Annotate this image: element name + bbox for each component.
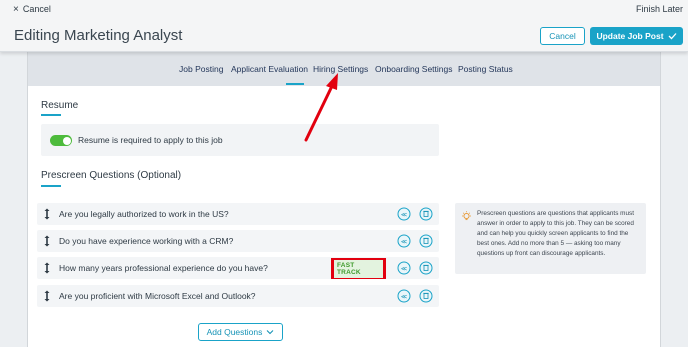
update-button-label: Update Job Post [596,31,664,41]
delete-icon[interactable] [419,234,433,248]
resume-section-title: Resume [41,100,79,111]
tab-posting-status[interactable]: Posting Status [458,64,513,74]
scoring-icon[interactable]: ≪ [397,261,411,275]
resume-setting: Resume is required to apply to this job [41,124,439,156]
close-icon: × [13,3,19,15]
toggle-knob [62,136,71,145]
update-job-post-button[interactable]: Update Job Post [590,27,683,45]
question-row[interactable]: Are you proficient with Microsoft Excel … [37,285,439,307]
chevron-down-icon [266,330,274,335]
drag-handle-icon[interactable] [43,290,51,302]
svg-text:≪: ≪ [401,266,407,272]
cancel-link[interactable]: × Cancel [13,4,51,14]
check-icon [668,33,677,40]
resume-required-toggle[interactable] [50,135,72,146]
tab-applicant-evaluation[interactable]: Applicant Evaluation [231,64,308,74]
tab-onboarding-settings[interactable]: Onboarding Settings [375,64,453,74]
top-bar: × Cancel Finish Later Editing Marketing … [0,0,688,52]
svg-text:≪: ≪ [401,294,407,300]
fast-track-badge[interactable]: FAST TRACK [334,259,383,278]
drag-handle-icon[interactable] [43,208,51,220]
question-row[interactable]: Are you legally authorized to work in th… [37,203,439,225]
tab-hiring-settings[interactable]: Hiring Settings [313,64,368,74]
cancel-button[interactable]: Cancel [540,27,585,45]
question-row[interactable]: Do you have experience working with a CR… [37,230,439,252]
delete-icon[interactable] [419,289,433,303]
delete-icon[interactable] [419,207,433,221]
question-text: Are you proficient with Microsoft Excel … [59,291,256,301]
finish-later-link[interactable]: Finish Later [636,4,683,14]
lightbulb-icon [462,211,471,221]
add-questions-label: Add Questions [206,327,263,337]
prescreen-help-text: Prescreen questions are questions that a… [477,210,635,257]
prescreen-help-box: Prescreen questions are questions that a… [455,203,646,274]
drag-handle-icon[interactable] [43,262,51,274]
tab-bar: Job Posting Applicant Evaluation Hiring … [27,52,661,86]
cancel-link-label: Cancel [22,4,51,14]
section-divider [41,185,61,187]
svg-text:≪: ≪ [401,212,407,218]
section-divider [41,114,61,116]
scoring-icon[interactable]: ≪ [397,207,411,221]
add-questions-button[interactable]: Add Questions [198,323,283,341]
question-text: Do you have experience working with a CR… [59,236,234,246]
scoring-icon[interactable]: ≪ [397,289,411,303]
prescreen-section-title: Prescreen Questions (Optional) [41,170,182,181]
fast-track-highlight: FAST TRACK [331,258,386,279]
question-text: Are you legally authorized to work in th… [59,209,229,219]
delete-icon[interactable] [419,261,433,275]
scoring-icon[interactable]: ≪ [397,234,411,248]
tab-job-posting[interactable]: Job Posting [179,64,223,74]
active-tab-indicator [286,83,304,85]
svg-text:≪: ≪ [401,239,407,245]
resume-required-label: Resume is required to apply to this job [78,135,223,145]
page-title: Editing Marketing Analyst [14,27,183,44]
drag-handle-icon[interactable] [43,235,51,247]
question-text: How many years professional experience d… [59,263,268,273]
